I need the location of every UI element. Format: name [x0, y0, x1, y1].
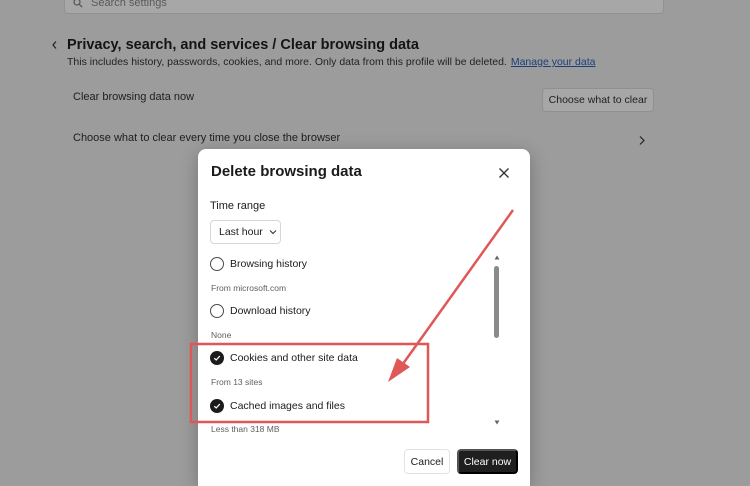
scrollbar-thumb[interactable] [494, 266, 499, 338]
unchecked-circle-icon[interactable] [210, 304, 224, 318]
chevron-down-icon [269, 230, 277, 235]
clear-now-label: Clear browsing data now [73, 91, 195, 103]
option-cached-images[interactable]: Cached images and files [210, 399, 345, 413]
option-label: Download history [230, 305, 311, 317]
close-icon[interactable] [497, 166, 511, 180]
chevron-right-icon[interactable] [637, 135, 647, 146]
page-subtitle: This includes history, passwords, cookie… [67, 56, 596, 68]
search-settings-input[interactable]: Search settings [64, 0, 664, 14]
time-range-dropdown[interactable]: Last hour [210, 220, 281, 244]
option-detail: From 13 sites [211, 377, 263, 387]
option-label: Cached images and files [230, 400, 345, 412]
option-label: Cookies and other site data [230, 352, 358, 364]
option-download-history[interactable]: Download history [210, 304, 311, 318]
choose-what-to-clear-button[interactable]: Choose what to clear [542, 88, 654, 112]
scroll-down-arrow-icon[interactable] [494, 420, 500, 425]
time-range-label: Time range [210, 200, 266, 212]
unchecked-circle-icon[interactable] [210, 257, 224, 271]
back-chevron-icon[interactable] [50, 40, 60, 50]
checked-circle-icon[interactable] [210, 351, 224, 365]
checked-circle-icon[interactable] [210, 399, 224, 413]
clear-on-close-label[interactable]: Choose what to clear every time you clos… [73, 132, 340, 144]
cancel-button[interactable]: Cancel [404, 449, 450, 474]
option-detail: None [211, 330, 232, 340]
search-icon [73, 0, 83, 8]
page-subtitle-text: This includes history, passwords, cookie… [67, 56, 507, 68]
option-detail: Less than 318 MB [211, 424, 280, 434]
delete-browsing-data-dialog: Delete browsing data Time range Last hou… [198, 149, 530, 486]
scroll-up-arrow-icon[interactable] [494, 255, 500, 260]
time-range-value: Last hour [219, 226, 263, 238]
manage-data-link[interactable]: Manage your data [511, 56, 596, 68]
option-cookies[interactable]: Cookies and other site data [210, 351, 358, 365]
search-placeholder: Search settings [91, 0, 167, 9]
page-title: Privacy, search, and services / Clear br… [67, 37, 419, 53]
option-browsing-history[interactable]: Browsing history [210, 257, 307, 271]
clear-now-button[interactable]: Clear now [457, 449, 518, 474]
option-detail: From microsoft.com [211, 283, 287, 293]
option-label: Browsing history [230, 258, 308, 270]
dialog-title: Delete browsing data [211, 163, 362, 180]
